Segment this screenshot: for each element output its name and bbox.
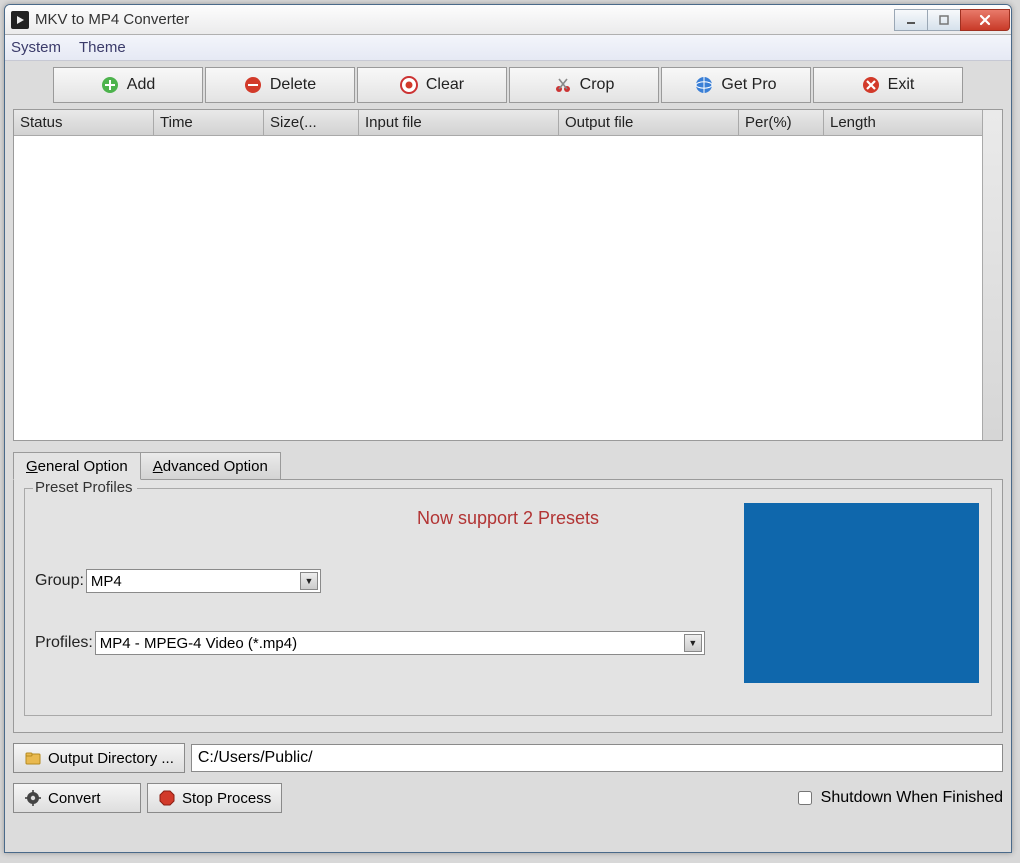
content-area: Add Delete Clear Crop Get Pro Exit [5,61,1011,852]
col-input[interactable]: Input file [359,110,559,135]
table-body-empty [14,136,982,440]
col-output[interactable]: Output file [559,110,739,135]
plus-icon [101,76,119,94]
globe-icon [695,76,713,94]
minimize-button[interactable] [894,9,928,31]
minus-icon [244,76,262,94]
app-window: MKV to MP4 Converter System Theme Add [4,4,1012,853]
stop-icon [158,789,176,807]
tabs: General Option Advanced Option [13,451,1003,479]
menu-system[interactable]: System [11,39,61,56]
exit-button[interactable]: Exit [813,67,963,103]
crop-label: Crop [580,76,615,94]
clear-label: Clear [426,76,464,94]
delete-button[interactable]: Delete [205,67,355,103]
table-header: Status Time Size(... Input file Output f… [14,110,982,136]
profiles-combobox[interactable]: MP4 - MPEG-4 Video (*.mp4) ▼ [95,631,705,655]
group-label: Group: [35,572,84,590]
profiles-value: MP4 - MPEG-4 Video (*.mp4) [100,635,297,652]
tab-advanced[interactable]: Advanced Option [140,452,281,480]
col-size[interactable]: Size(... [264,110,359,135]
col-length[interactable]: Length [824,110,982,135]
add-label: Add [127,76,155,94]
window-controls [895,9,1010,31]
group-value: MP4 [91,573,122,590]
shutdown-label: Shutdown When Finished [821,789,1003,807]
output-row: Output Directory ... [13,743,1003,773]
titlebar: MKV to MP4 Converter [5,5,1011,35]
preset-legend: Preset Profiles [33,479,137,496]
clear-button[interactable]: Clear [357,67,507,103]
menu-theme[interactable]: Theme [79,39,126,56]
chevron-down-icon: ▼ [300,572,318,590]
shutdown-checkbox[interactable]: Shutdown When Finished [794,788,1003,808]
maximize-button[interactable] [927,9,961,31]
stop-button[interactable]: Stop Process [147,783,282,813]
file-table: Status Time Size(... Input file Output f… [13,109,1003,441]
close-button[interactable] [960,9,1010,31]
exit-label: Exit [888,76,915,94]
delete-label: Delete [270,76,316,94]
convert-label: Convert [48,790,101,807]
group-combobox[interactable]: MP4 ▼ [86,569,321,593]
shutdown-checkbox-input[interactable] [798,791,812,805]
scissors-icon [554,76,572,94]
stop-label: Stop Process [182,790,271,807]
col-per[interactable]: Per(%) [739,110,824,135]
menubar: System Theme [5,35,1011,61]
col-status[interactable]: Status [14,110,154,135]
preview-box [744,503,979,683]
exit-icon [862,76,880,94]
convert-button[interactable]: Convert [13,783,141,813]
tab-panel-general: Preset Profiles Now support 2 Presets Gr… [13,479,1003,733]
window-title: MKV to MP4 Converter [35,11,189,28]
crop-button[interactable]: Crop [509,67,659,103]
output-directory-label: Output Directory ... [48,750,174,767]
add-button[interactable]: Add [53,67,203,103]
folder-icon [24,749,42,767]
gear-icon [24,789,42,807]
output-directory-button[interactable]: Output Directory ... [13,743,185,773]
getpro-label: Get Pro [721,76,776,94]
getpro-button[interactable]: Get Pro [661,67,811,103]
toolbar: Add Delete Clear Crop Get Pro Exit [53,67,963,103]
col-time[interactable]: Time [154,110,264,135]
preset-profiles-group: Preset Profiles Now support 2 Presets Gr… [24,488,992,716]
clear-icon [400,76,418,94]
profiles-label: Profiles: [35,634,93,652]
footer-row: Convert Stop Process Shutdown When Finis… [13,781,1003,815]
tab-general[interactable]: General Option [13,452,141,480]
chevron-down-icon: ▼ [684,634,702,652]
app-icon [11,11,29,29]
output-path-input[interactable] [191,744,1003,772]
vertical-scrollbar[interactable] [982,110,1002,440]
